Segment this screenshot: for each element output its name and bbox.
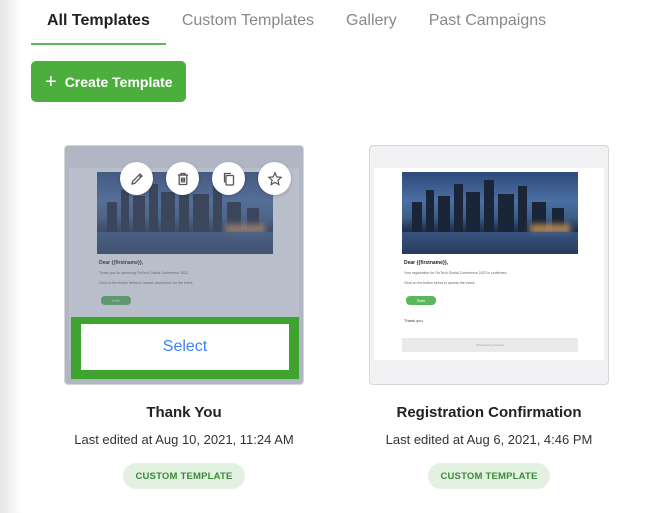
plus-icon: + xyxy=(45,70,57,93)
left-panel-edge xyxy=(0,0,22,513)
tab-gallery[interactable]: Gallery xyxy=(330,0,413,45)
preview-thanks: Thank you. xyxy=(404,318,424,323)
preview-button: Enter xyxy=(406,296,436,305)
create-template-label: Create Template xyxy=(64,73,173,90)
copy-icon[interactable] xyxy=(212,162,245,195)
status-badge: CUSTOM TEMPLATE xyxy=(123,463,245,489)
status-badge: CUSTOM TEMPLATE xyxy=(428,463,550,489)
template-card-thank-you[interactable]: Dear {{firstname}}, Thank you for attend… xyxy=(64,145,304,385)
preview-line: Click on the button below to access the … xyxy=(404,281,476,285)
create-template-button[interactable]: + Create Template xyxy=(31,61,186,102)
tab-all-templates[interactable]: All Templates xyxy=(31,0,166,45)
email-preview: Dear {{firstname}}, Your registration fo… xyxy=(374,168,604,360)
last-edited: Last edited at Aug 10, 2021, 11:24 AM xyxy=(74,432,294,447)
template-name: Registration Confirmation xyxy=(396,404,582,421)
last-edited: Last edited at Aug 6, 2021, 4:46 PM xyxy=(385,432,593,447)
select-highlight: Select xyxy=(71,317,299,379)
tab-custom-templates[interactable]: Custom Templates xyxy=(166,0,330,45)
trash-icon[interactable] xyxy=(166,162,199,195)
template-tabs: All Templates Custom Templates Gallery P… xyxy=(31,0,562,45)
preview-greeting: Dear {{firstname}}, xyxy=(404,260,449,266)
city-skyline-image xyxy=(402,172,578,254)
card-actions xyxy=(120,162,291,195)
tab-past-campaigns[interactable]: Past Campaigns xyxy=(413,0,562,45)
edit-icon[interactable] xyxy=(120,162,153,195)
template-name: Thank You xyxy=(146,404,222,421)
preview-footer: Powered by Airmeet xyxy=(402,338,578,352)
select-button[interactable]: Select xyxy=(81,324,289,370)
template-card-registration-confirmation[interactable]: Dear {{firstname}}, Your registration fo… xyxy=(369,145,609,385)
star-icon[interactable] xyxy=(258,162,291,195)
preview-line: Your registration for FinTech Global Con… xyxy=(404,271,508,275)
